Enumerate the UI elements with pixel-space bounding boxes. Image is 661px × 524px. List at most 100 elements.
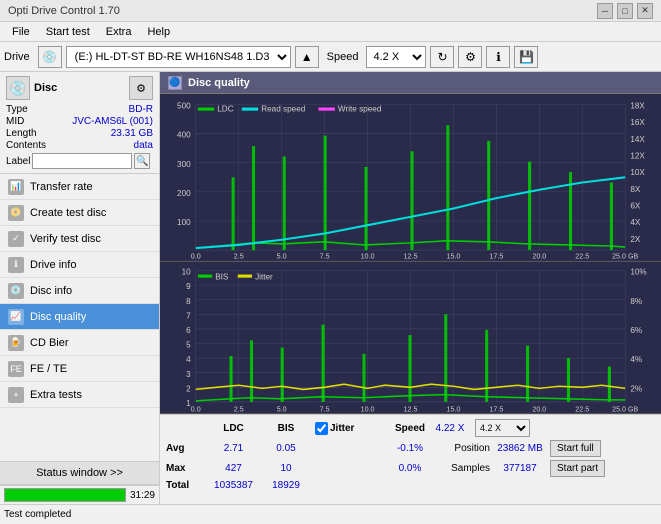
svg-text:12.5: 12.5: [404, 404, 418, 413]
svg-text:Write speed: Write speed: [338, 105, 382, 114]
svg-text:12.5: 12.5: [404, 251, 418, 260]
nav-item-transfer-rate[interactable]: 📊 Transfer rate: [0, 174, 159, 200]
avg-jitter: -0.1%: [385, 443, 435, 454]
window-controls: ─ □ ✕: [597, 3, 653, 19]
svg-text:6X: 6X: [630, 201, 640, 210]
refresh-button[interactable]: ↻: [430, 46, 454, 68]
svg-text:20.0: 20.0: [532, 404, 546, 413]
drive-icon: 💿: [38, 46, 62, 68]
speed-header: Speed: [385, 423, 425, 434]
save-button[interactable]: 💾: [514, 46, 538, 68]
max-ldc: 427: [206, 463, 261, 474]
progress-area: 31:29: [0, 485, 159, 504]
nav-label-cd-bier: CD Bier: [30, 337, 69, 349]
nav-items: 📊 Transfer rate 📀 Create test disc ✓ Ver…: [0, 174, 159, 461]
menu-extra[interactable]: Extra: [98, 24, 140, 40]
svg-text:4X: 4X: [630, 218, 640, 227]
nav-label-create-test-disc: Create test disc: [30, 207, 106, 219]
speed-label: Speed: [323, 51, 363, 63]
disc-mid-key: MID: [6, 116, 24, 127]
info-button[interactable]: ℹ: [486, 46, 510, 68]
svg-text:3: 3: [186, 369, 191, 378]
toolbar: Drive 💿 (E:) HL-DT-ST BD-RE WH16NS48 1.D…: [0, 42, 661, 72]
chart2-section: 10 9 8 7 6 5 4 3 2 1 10% 8% 6% 4% 2%: [160, 262, 661, 414]
disc-info-icon: 💿: [8, 283, 24, 299]
nav-item-cd-bier[interactable]: 🍺 CD Bier: [0, 330, 159, 356]
avg-label: Avg: [166, 443, 206, 454]
svg-text:LDC: LDC: [217, 105, 233, 114]
nav-item-extra-tests[interactable]: + Extra tests: [0, 382, 159, 408]
disc-mid-row: MID JVC-AMS6L (001): [6, 116, 153, 127]
speed-dropdown[interactable]: 4.2 X: [475, 419, 530, 437]
svg-text:10%: 10%: [630, 267, 647, 276]
svg-text:14X: 14X: [630, 135, 645, 144]
nav-item-disc-info[interactable]: 💿 Disc info: [0, 278, 159, 304]
menu-help[interactable]: Help: [139, 24, 178, 40]
close-button[interactable]: ✕: [637, 3, 653, 19]
stats-avg-row: Avg 2.71 0.05 -0.1% Position 23862 MB St…: [166, 440, 655, 457]
disc-length-val: 23.31 GB: [111, 128, 153, 139]
stats-bar: LDC BIS Jitter Speed 4.22 X 4.2 X Avg 2.…: [160, 414, 661, 504]
maximize-button[interactable]: □: [617, 3, 633, 19]
disc-type-val: BD-R: [129, 104, 153, 115]
disc-settings-icon[interactable]: ⚙: [129, 76, 153, 100]
transfer-rate-icon: 📊: [8, 179, 24, 195]
start-part-button[interactable]: Start part: [550, 460, 605, 477]
position-val: 23862 MB: [490, 443, 550, 454]
svg-text:10X: 10X: [630, 168, 645, 177]
menu-file[interactable]: File: [4, 24, 38, 40]
disc-label-btn[interactable]: 🔍: [134, 153, 150, 169]
svg-text:2.5: 2.5: [234, 251, 244, 260]
minimize-button[interactable]: ─: [597, 3, 613, 19]
drive-select[interactable]: (E:) HL-DT-ST BD-RE WH16NS48 1.D3: [66, 46, 291, 68]
disc-quality-header: 🔵 Disc quality: [160, 72, 661, 94]
total-bis: 18929: [261, 480, 311, 491]
start-full-button[interactable]: Start full: [550, 440, 601, 457]
svg-text:20.0: 20.0: [532, 251, 546, 260]
svg-text:18X: 18X: [630, 102, 645, 111]
jitter-checkbox[interactable]: [315, 422, 328, 435]
menubar: File Start test Extra Help: [0, 22, 661, 42]
disc-label-input[interactable]: [32, 153, 132, 169]
nav-item-verify-test-disc[interactable]: ✓ Verify test disc: [0, 226, 159, 252]
svg-text:15.0: 15.0: [446, 404, 460, 413]
charts-container: 500 400 300 200 100 18X 16X 14X 12X 10X …: [160, 94, 661, 414]
position-label: Position: [435, 443, 490, 454]
jitter-checkbox-area[interactable]: Jitter: [315, 422, 385, 435]
nav-label-extra-tests: Extra tests: [30, 389, 82, 401]
svg-text:Read speed: Read speed: [261, 105, 305, 114]
nav-label-drive-info: Drive info: [30, 259, 76, 271]
svg-text:10.0: 10.0: [361, 404, 375, 413]
titlebar: Opti Drive Control 1.70 ─ □ ✕: [0, 0, 661, 22]
svg-text:2.5: 2.5: [234, 404, 244, 413]
disc-contents-key: Contents: [6, 140, 46, 151]
speed-select[interactable]: 4.2 X: [366, 46, 426, 68]
svg-text:4: 4: [186, 355, 191, 364]
disc-quality-title: Disc quality: [188, 77, 250, 89]
extra-tests-icon: +: [8, 387, 24, 403]
nav-label-verify-test-disc: Verify test disc: [30, 233, 101, 245]
jitter-header: Jitter: [330, 423, 354, 434]
status-window-button[interactable]: Status window >>: [0, 461, 159, 485]
settings-button[interactable]: ⚙: [458, 46, 482, 68]
verify-test-disc-icon: ✓: [8, 231, 24, 247]
eject-button[interactable]: ▲: [295, 46, 319, 68]
nav-label-disc-info: Disc info: [30, 285, 72, 297]
nav-item-create-test-disc[interactable]: 📀 Create test disc: [0, 200, 159, 226]
nav-item-drive-info[interactable]: ℹ Drive info: [0, 252, 159, 278]
svg-text:7: 7: [186, 311, 191, 320]
progress-bar-fill: [5, 489, 125, 501]
menu-start-test[interactable]: Start test: [38, 24, 98, 40]
samples-label: Samples: [435, 463, 490, 474]
nav-item-disc-quality[interactable]: 📈 Disc quality: [0, 304, 159, 330]
disc-label-row: Label 🔍: [6, 153, 153, 169]
svg-text:7.5: 7.5: [320, 404, 330, 413]
create-test-disc-icon: 📀: [8, 205, 24, 221]
nav-label-fe-te: FE / TE: [30, 363, 67, 375]
total-ldc: 1035387: [206, 480, 261, 491]
svg-text:4%: 4%: [630, 355, 642, 364]
svg-text:10: 10: [182, 267, 191, 276]
max-jitter: 0.0%: [385, 463, 435, 474]
svg-text:22.5: 22.5: [575, 404, 589, 413]
nav-item-fe-te[interactable]: FE FE / TE: [0, 356, 159, 382]
